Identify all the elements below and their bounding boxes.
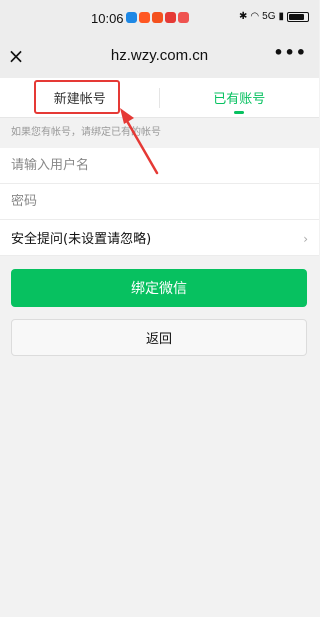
- back-button[interactable]: 返回: [11, 319, 307, 356]
- security-question-select[interactable]: 安全提问(未设置请忽略) ›: [0, 220, 319, 256]
- login-form: 安全提问(未设置请忽略) ›: [0, 148, 319, 256]
- app-notification-icon: [178, 12, 189, 23]
- bind-wechat-button[interactable]: 绑定微信: [11, 269, 307, 307]
- password-field-row: [0, 184, 319, 220]
- status-indicators: ✱ ◠ 5G ▮: [239, 11, 309, 22]
- status-time: 10:06: [91, 11, 124, 26]
- page-title: hz.wzy.com.cn: [110, 47, 209, 64]
- status-bar: 10:06 ✱ ◠ 5G ▮: [0, 0, 319, 34]
- battery-icon: [287, 11, 309, 22]
- tab-existing-account[interactable]: 已有账号: [160, 78, 320, 117]
- chevron-right-icon: ›: [303, 232, 308, 246]
- app-notification-icon: [152, 12, 163, 23]
- nav-bar: × hz.wzy.com.cn •••: [0, 34, 319, 78]
- tab-existing-account-label: 已有账号: [213, 92, 266, 107]
- app-notification-icon: [165, 12, 176, 23]
- username-field-row: [0, 148, 319, 184]
- signal-icon: ▮: [278, 11, 284, 22]
- active-tab-indicator: [234, 111, 245, 114]
- app-notification-icon: [139, 12, 150, 23]
- security-question-label: 安全提问(未设置请忽略): [11, 232, 152, 247]
- more-icon[interactable]: •••: [273, 45, 307, 61]
- wifi-icon: ◠: [250, 11, 260, 22]
- status-app-icons: [126, 12, 189, 23]
- bluetooth-icon: ✱: [239, 11, 248, 22]
- app-notification-icon: [126, 12, 137, 23]
- username-input[interactable]: [11, 158, 291, 173]
- annotation-highlight-box: [34, 80, 120, 114]
- network-label: 5G: [262, 11, 276, 22]
- bind-hint: 如果您有帐号，请绑定已有的帐号: [11, 127, 161, 138]
- password-input[interactable]: [11, 194, 291, 209]
